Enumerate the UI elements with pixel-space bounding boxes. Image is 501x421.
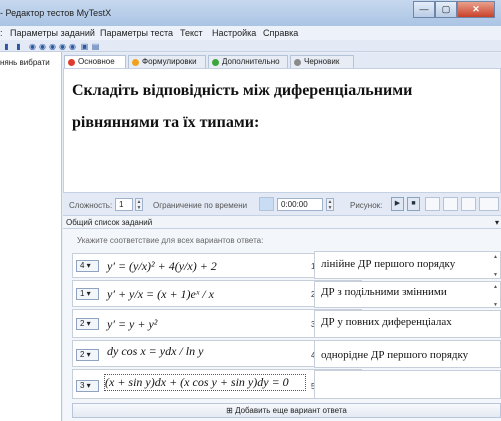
- menu-item-text[interactable]: Текст: [180, 28, 203, 38]
- open-icon[interactable]: ▮: [14, 42, 23, 51]
- menu-item-settings[interactable]: Настройка: [212, 28, 256, 38]
- copy-icon[interactable]: ▣: [80, 42, 89, 51]
- menu-item-help[interactable]: Справка: [263, 28, 298, 38]
- task-list-item[interactable]: нянь вибрати: [0, 58, 50, 67]
- match-select-value: 2: [80, 319, 85, 328]
- match-select-value: 4: [80, 261, 85, 270]
- window-controls: — ▢ ✕: [413, 1, 495, 19]
- tab-formulations[interactable]: Формулировки: [128, 55, 206, 68]
- toolbar: ▮ ▮ ◉ ◉ ◉ ◉ ◉ ▣ ▤: [0, 40, 501, 52]
- matching-hint: Укажите соответствие для всех вариантов …: [77, 236, 264, 245]
- formula: y′ = y + y²: [107, 317, 158, 331]
- difficulty-input[interactable]: 1: [115, 198, 133, 211]
- match-select[interactable]: 2 ▾: [76, 318, 99, 330]
- redo-icon[interactable]: ◉: [38, 42, 47, 51]
- type-text: ДР з подільними змінними: [321, 286, 447, 298]
- picture-slot-4[interactable]: [479, 197, 499, 211]
- difficulty-stepper[interactable]: ▲ ▼: [135, 198, 143, 211]
- formula: y′ + y/x = (x + 1)eˣ / x: [107, 287, 214, 301]
- tab-formulations-label: Формулировки: [142, 57, 197, 66]
- right-item-row[interactable]: ДР у повних диференціалах: [314, 310, 501, 338]
- picture-slot-1[interactable]: [425, 197, 440, 211]
- type-text: ДР у повних диференціалах: [321, 316, 452, 328]
- tab-additional[interactable]: Дополнительно: [208, 55, 288, 68]
- menu-bar: : Параметры заданий Параметры теста Текс…: [0, 26, 501, 40]
- picture-label: Рисунок:: [350, 201, 383, 210]
- menu-item-task-params[interactable]: Параметры заданий: [10, 28, 95, 38]
- scroll-arrows-icon[interactable]: ▲ ▼: [493, 254, 499, 278]
- tab-main[interactable]: Основное: [64, 55, 126, 68]
- match-select-value: 2: [80, 350, 85, 359]
- menu-fragment: :: [0, 28, 3, 38]
- match-select-value: 3: [80, 381, 85, 390]
- picture-slot-2[interactable]: [443, 197, 458, 211]
- paste-icon[interactable]: ▤: [91, 42, 100, 51]
- insert-picture-icon[interactable]: ▶: [391, 197, 404, 211]
- question-editor[interactable]: Складіть відповідність між диференціальн…: [63, 68, 501, 193]
- right-item-row[interactable]: однорідне ДР першого порядку: [314, 340, 501, 368]
- gray-dot-icon: [294, 59, 301, 66]
- undo-icon[interactable]: ◉: [28, 42, 37, 51]
- formula: y′ = (y/x)² + 4(y/x) + 2: [107, 259, 217, 273]
- window-title: - Редактор тестов MyTestX: [0, 8, 112, 18]
- task-options-row: Сложность: 1 ▲ ▼ Ограничение по времени 0…: [63, 193, 501, 215]
- right-item-row[interactable]: [314, 370, 501, 399]
- green-dot-icon: [212, 59, 219, 66]
- camera-icon[interactable]: ■: [407, 197, 420, 211]
- close-button[interactable]: ✕: [457, 1, 495, 18]
- minimize-button[interactable]: —: [413, 1, 435, 18]
- tab-bar: Основное Формулировки Дополнительно Черн…: [62, 53, 501, 68]
- difficulty-label: Сложность:: [69, 201, 113, 210]
- type-text: однорідне ДР першого порядку: [321, 349, 469, 361]
- time-stepper[interactable]: ▲ ▼: [326, 198, 334, 211]
- right-item-row[interactable]: лінійне ДР першого порядку ▲ ▼: [314, 251, 501, 279]
- red-dot-icon: [68, 59, 75, 66]
- match-select-value: 1: [80, 289, 85, 298]
- match-select[interactable]: 4 ▾: [76, 260, 99, 272]
- maximize-button[interactable]: ▢: [435, 1, 457, 18]
- scroll-arrows-icon[interactable]: ▲ ▼: [493, 284, 499, 308]
- right-item-row[interactable]: ДР з подільними змінними ▲ ▼: [314, 281, 501, 308]
- tab-main-label: Основное: [78, 57, 115, 66]
- title-bar: - Редактор тестов MyTestX — ▢ ✕: [0, 0, 501, 26]
- tab-draft-label: Черновик: [304, 57, 340, 66]
- tab-draft[interactable]: Черновик: [290, 55, 354, 68]
- move-icon[interactable]: ◉: [68, 42, 77, 51]
- match-select[interactable]: 1 ▾: [76, 288, 99, 300]
- formula-edit[interactable]: (x + sin y)dx + (x cos y + sin y)dy = 0: [104, 374, 306, 391]
- task-list-panel: нянь вибрати: [0, 52, 62, 421]
- match-select[interactable]: 3 ▾: [76, 380, 99, 392]
- tab-additional-label: Дополнительно: [222, 57, 280, 66]
- chevron-down-icon[interactable]: ▾: [495, 218, 499, 227]
- picture-slot-3[interactable]: [461, 197, 476, 211]
- formula: dy cos x = ydx / ln y: [107, 344, 204, 358]
- answer-matching-area: Укажите соответствие для всех вариантов …: [63, 229, 501, 421]
- add-answer-button[interactable]: ⊞ Добавить еще вариант ответа: [72, 403, 501, 418]
- time-limit-label: Ограничение по времени: [153, 201, 248, 210]
- orange-dot-icon: [132, 59, 139, 66]
- menu-item-test-params[interactable]: Параметры теста: [100, 28, 173, 38]
- list-header[interactable]: Общий список заданий ▾: [63, 215, 501, 229]
- new-icon[interactable]: ▮: [2, 42, 11, 51]
- time-limit-checkbox[interactable]: [259, 197, 274, 211]
- type-text: лінійне ДР першого порядку: [321, 258, 456, 270]
- time-input[interactable]: 0:00:00: [277, 198, 323, 211]
- match-select[interactable]: 2 ▾: [76, 349, 99, 361]
- list-header-label: Общий список заданий: [66, 218, 153, 227]
- question-text: Складіть відповідність між диференціальн…: [72, 82, 413, 131]
- delete-icon[interactable]: ◉: [58, 42, 67, 51]
- add-icon[interactable]: ◉: [48, 42, 57, 51]
